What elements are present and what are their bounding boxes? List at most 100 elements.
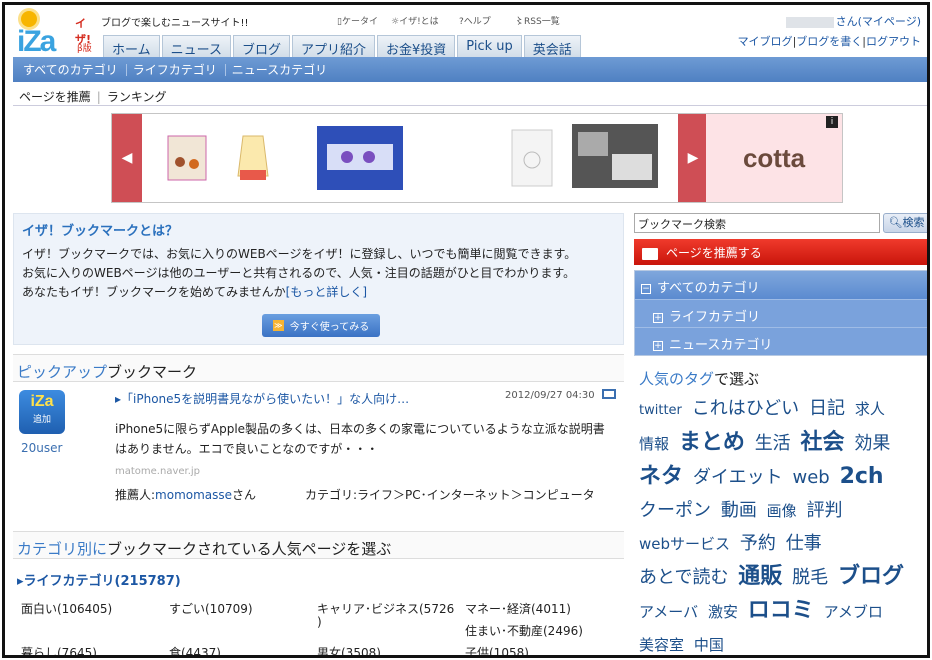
myblog-link[interactable]: マイブログ	[738, 35, 793, 48]
tag-link[interactable]: ロコミ	[748, 598, 814, 623]
logo-wordmark: iZa	[17, 25, 56, 58]
tag-link[interactable]: twitter	[639, 403, 682, 418]
recommender-suffix: さん	[232, 488, 257, 502]
utility-help[interactable]: ?ヘルプ	[459, 14, 491, 27]
sub-nav: ページを推薦 | ランキング	[19, 90, 167, 104]
banner-next-icon[interactable]: ▶	[678, 114, 708, 202]
tag-link[interactable]: 中国	[694, 636, 724, 654]
pickup-url: matome.naver.jp	[115, 466, 201, 477]
tag-link[interactable]: 日記	[809, 398, 845, 419]
tag-link[interactable]: 通販	[738, 564, 782, 589]
recommender-link[interactable]: momomasse	[155, 488, 232, 502]
try-now-label: 今すぐ使ってみる	[289, 322, 370, 333]
bookmark-search-input[interactable]: ブックマーク検索	[634, 213, 880, 233]
tab-english[interactable]: 英会話	[523, 35, 581, 59]
tag-link[interactable]: 脱毛	[792, 567, 828, 588]
tag-link[interactable]: 画像	[767, 502, 797, 520]
utility-keitai[interactable]: ▯ケータイ	[337, 14, 378, 27]
tag-link[interactable]: ダイエット	[693, 467, 783, 488]
tag-link[interactable]: 情報	[639, 435, 669, 453]
tag-link[interactable]: アメーバ	[639, 603, 698, 621]
cat-living[interactable]: 暮らし(7645)	[21, 644, 97, 655]
expand-icon: +	[653, 312, 663, 323]
tag-link[interactable]: 生活	[755, 433, 791, 454]
cat-money[interactable]: マネー･経済(4011)	[465, 600, 571, 617]
cat-housing[interactable]: 住まい･不動産(2496)	[465, 622, 583, 639]
tag-heading: 人気のタグで選ぶ	[639, 368, 759, 389]
tag-link[interactable]: ブログ	[838, 564, 904, 589]
cat-kids[interactable]: 子供(1058)	[465, 644, 529, 655]
add-bookmark-icon[interactable]: iZa 追加	[19, 390, 65, 434]
cat-news-row[interactable]: + ニュースカテゴリ	[635, 327, 927, 355]
tag-link[interactable]: 美容室	[639, 636, 684, 654]
life-category-heading[interactable]: ▸ライフカテゴリ(215787)	[17, 570, 181, 589]
about-line-3: あなたもイザ！ブックマークを始めてみませんか[もっと詳しく]	[22, 283, 615, 302]
cat-career[interactable]: キャリア･ビジネス(5726	[317, 600, 454, 617]
tag-link[interactable]: アメブロ	[824, 603, 883, 621]
cat-career-cont: )	[317, 615, 322, 629]
tab-news[interactable]: ニュース	[161, 35, 231, 59]
user-count[interactable]: 20user	[21, 441, 62, 455]
tag-link[interactable]: webサービス	[639, 535, 730, 553]
cat-omoshiroi[interactable]: 面白い(106405)	[21, 600, 112, 617]
catbar-all[interactable]: すべてのカテゴリ	[23, 61, 126, 78]
pickup-category[interactable]: カテゴリ:ライフ＞PC･インターネット＞コンピュータ	[305, 486, 595, 503]
cat-all-row[interactable]: − すべてのカテゴリ	[635, 271, 927, 299]
collapse-icon: −	[641, 283, 651, 294]
catbar-news[interactable]: ニュースカテゴリ	[232, 61, 335, 78]
tag-link[interactable]: 評判	[807, 500, 843, 521]
pickup-title-link[interactable]: ▸「iPhone5を説明書見ながら使いたい！」な人向け…	[115, 390, 409, 407]
cotta-logo[interactable]: cotta	[706, 114, 842, 202]
tag-link[interactable]: これはひどい	[692, 398, 799, 419]
mypage-link[interactable]: さん(マイページ)	[836, 15, 921, 28]
pickup-heading: ピックアップブックマーク	[13, 354, 624, 382]
tag-link[interactable]: 激安	[708, 603, 738, 621]
add-icon-label: iZa	[30, 393, 54, 410]
tab-blog[interactable]: ブログ	[232, 35, 290, 59]
cat-gender[interactable]: 男女(3508)	[317, 644, 381, 655]
tab-home[interactable]: ホーム	[103, 35, 160, 59]
ad-info-icon[interactable]: i	[826, 116, 838, 128]
about-bookmark-box: イザ！ブックマークとは？ イザ！ブックマークでは、お気に入りのWEBページをイザ…	[13, 213, 624, 345]
cat-sugoi[interactable]: すごい(10709)	[169, 600, 253, 617]
tag-link[interactable]: 予約	[740, 533, 776, 554]
product-image-1	[167, 135, 207, 181]
add-icon-sub: 追加	[32, 415, 51, 425]
tag-link[interactable]: 社会	[801, 430, 845, 455]
write-blog-link[interactable]: ブログを書く	[796, 35, 862, 48]
ad-banner[interactable]: ◀ ▶ cotta i	[111, 113, 843, 203]
tag-link[interactable]: ネタ	[639, 464, 683, 489]
tab-apps[interactable]: アプリ紹介	[292, 35, 376, 59]
utility-rss[interactable]: 〻RSS一覧	[515, 14, 560, 27]
tag-link[interactable]: 動画	[721, 500, 757, 521]
logout-link[interactable]: ログアウト	[866, 35, 921, 48]
tag-link[interactable]: 求人	[855, 400, 885, 418]
arrow-icon: ≫	[272, 320, 284, 331]
tab-money[interactable]: お金¥投資	[377, 35, 456, 59]
tag-link[interactable]: まとめ	[679, 430, 745, 455]
try-now-button[interactable]: ≫ 今すぐ使ってみる	[262, 314, 380, 337]
user-box[interactable]: さん(マイページ)	[785, 13, 921, 29]
recommend-page-link[interactable]: ページを推薦	[19, 90, 91, 104]
iza-logo[interactable]: iZa イザ! β版	[17, 11, 97, 58]
product-image-3	[317, 126, 403, 190]
recommend-page-button[interactable]: ページを推薦する	[634, 239, 927, 265]
utility-about[interactable]: ☼イザ!とは	[391, 14, 439, 27]
divider	[13, 105, 927, 106]
tag-link[interactable]: あとで読む	[639, 567, 728, 588]
cat-food[interactable]: 食(4437)	[169, 644, 221, 655]
tag-link[interactable]: 効果	[854, 433, 890, 454]
expand-icon: +	[653, 340, 663, 351]
tab-pickup[interactable]: Pick up	[457, 35, 522, 59]
catbar-life[interactable]: ライフカテゴリ	[133, 61, 225, 78]
banner-prev-icon[interactable]: ◀	[112, 114, 142, 202]
tag-link[interactable]: クーポン	[639, 500, 711, 521]
new-window-icon[interactable]	[602, 389, 616, 399]
more-details-link[interactable]: [もっと詳しく]	[286, 285, 367, 299]
ranking-link[interactable]: ランキング	[107, 90, 167, 104]
tag-link[interactable]: 仕事	[786, 533, 822, 554]
cat-life-row[interactable]: + ライフカテゴリ	[635, 299, 927, 327]
search-button[interactable]: 🔍︎検索	[883, 213, 927, 233]
tag-link[interactable]: web	[793, 467, 830, 488]
tag-link[interactable]: 2ch	[840, 464, 884, 489]
